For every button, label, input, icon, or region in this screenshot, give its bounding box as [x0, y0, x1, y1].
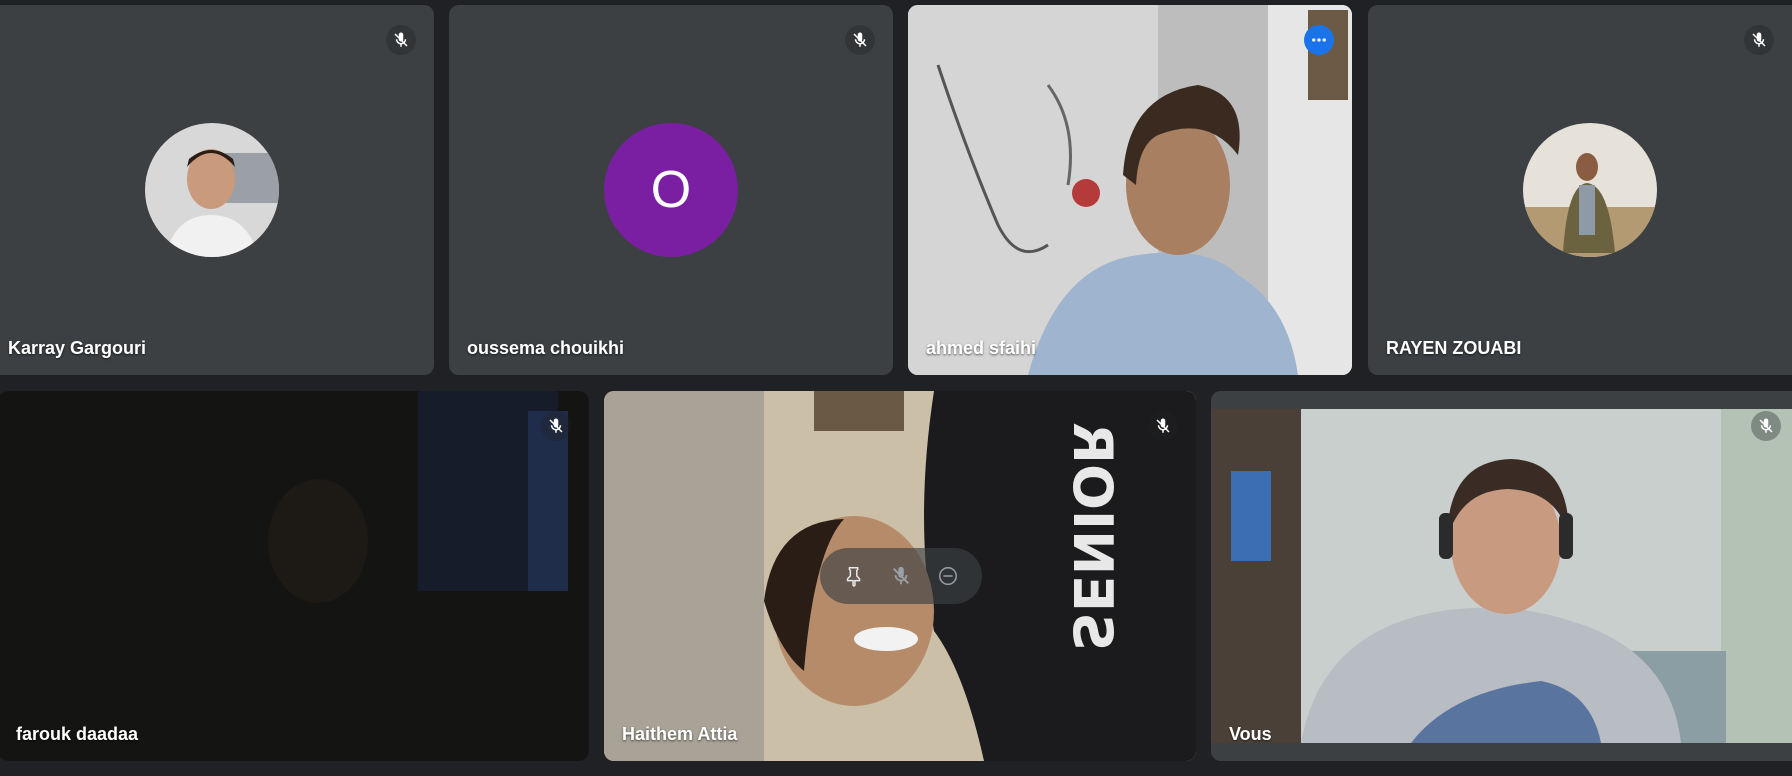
participant-tile-rayen[interactable]: RAYEN ZOUABI: [1368, 5, 1792, 375]
participant-name: oussema chouikhi: [467, 338, 625, 358]
participant-tile-vous[interactable]: Vous: [1211, 391, 1792, 761]
mic-off-icon: [541, 411, 571, 441]
participant-tile-karray[interactable]: Karray Gargouri: [0, 5, 434, 375]
shirt-print: SENIOR: [1061, 422, 1124, 651]
remove-icon[interactable]: [931, 559, 965, 593]
mic-off-icon: [386, 25, 416, 55]
participant-name: RAYEN ZOUABI: [1386, 338, 1522, 358]
participant-name: ahmed sfaihi: [926, 338, 1037, 358]
participant-name: farouk daadaa: [16, 724, 139, 744]
avatar: [1523, 123, 1657, 257]
video-feed: [908, 5, 1352, 375]
tile-hover-controls: [820, 548, 982, 604]
participant-tile-farouk[interactable]: farouk daadaa: [0, 391, 589, 761]
more-options-icon[interactable]: [1304, 25, 1334, 55]
mic-off-icon: [1751, 411, 1781, 441]
mic-off-icon: [845, 25, 875, 55]
mic-off-icon[interactable]: [884, 559, 918, 593]
avatar: [145, 123, 279, 257]
participant-tile-oussema[interactable]: O oussema chouikhi: [449, 5, 893, 375]
mic-off-icon: [1148, 411, 1178, 441]
svg-text:SENIOR: SENIOR: [1061, 422, 1124, 651]
participant-name: Karray Gargouri: [8, 338, 147, 358]
avatar-initial: O: [650, 161, 692, 219]
pin-icon[interactable]: [837, 559, 871, 593]
mic-off-icon: [1744, 25, 1774, 55]
participant-name: Haithem Attia: [622, 724, 738, 744]
participant-name: Vous: [1229, 724, 1272, 744]
avatar: O: [604, 123, 738, 257]
video-feed: [0, 391, 589, 761]
participant-tile-ahmed[interactable]: ahmed sfaihi: [908, 5, 1352, 375]
video-feed: [1211, 391, 1792, 761]
